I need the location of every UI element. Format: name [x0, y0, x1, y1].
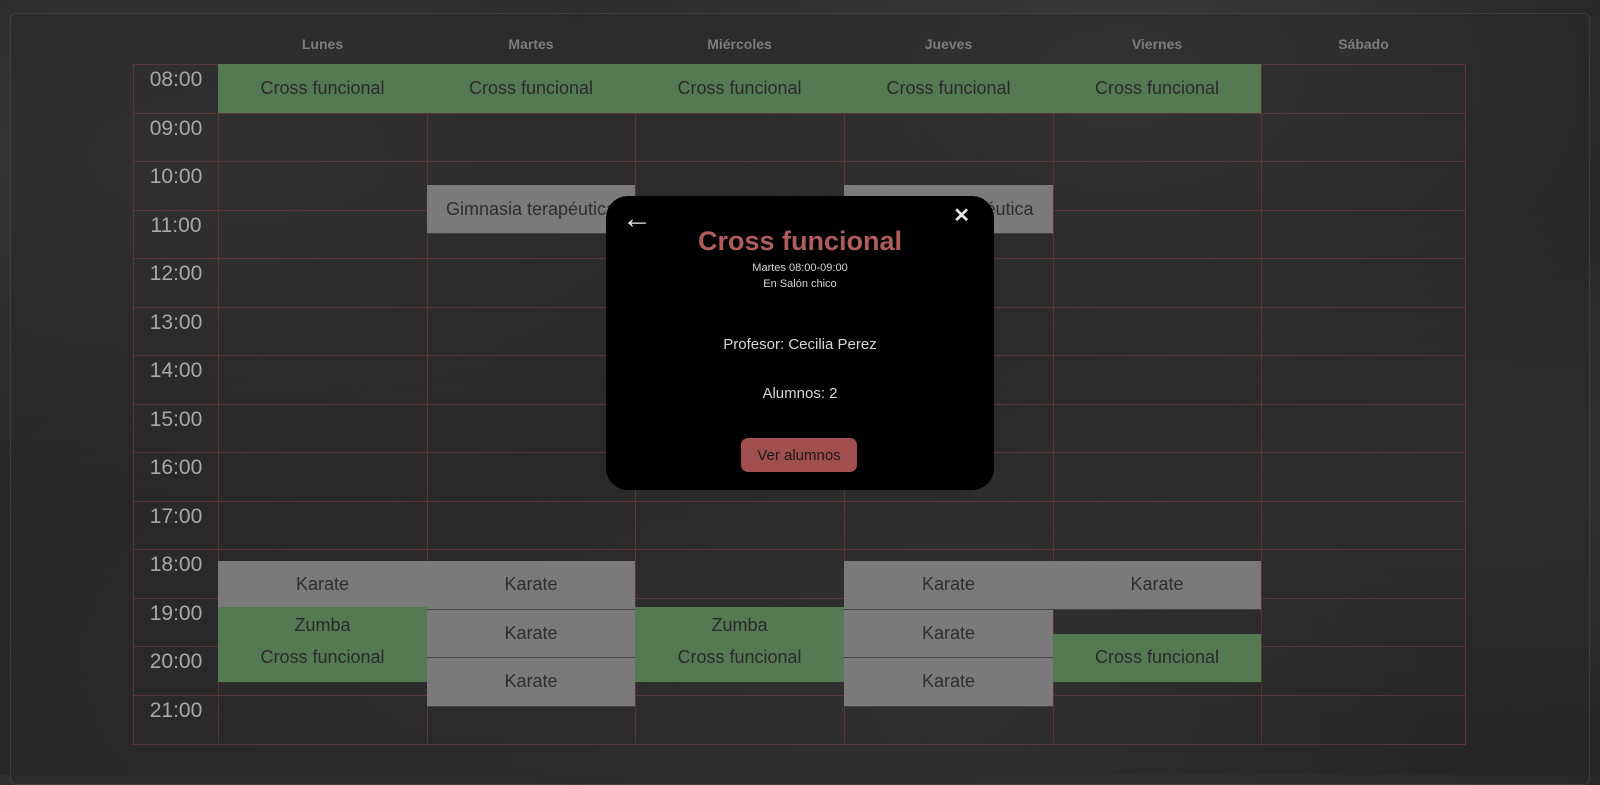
class-event[interactable]: Karate: [844, 609, 1053, 659]
grid-cell[interactable]: [218, 355, 427, 404]
time-label: 15:00: [149, 407, 203, 431]
grid-cell[interactable]: [1053, 500, 1261, 549]
grid-cell[interactable]: [427, 306, 635, 355]
day-header-miercoles: Miércoles: [707, 36, 772, 52]
class-event[interactable]: Cross funcional: [218, 633, 427, 682]
class-event[interactable]: Cross funcional: [844, 64, 1053, 113]
time-label: 13:00: [149, 310, 203, 334]
grid-cell[interactable]: [1261, 355, 1466, 404]
grid-cell[interactable]: [1261, 597, 1466, 646]
class-event[interactable]: Cross funcional: [427, 64, 635, 113]
day-header-lunes: Lunes: [301, 36, 344, 52]
time-label: 16:00: [149, 456, 203, 479]
time-label: 08:00: [149, 68, 203, 91]
time-label: 18:00: [149, 553, 203, 576]
class-event[interactable]: Cross funcional: [635, 633, 844, 682]
grid-cell[interactable]: [844, 112, 1053, 161]
day-header-viernes: Viernes: [1131, 36, 1183, 52]
class-detail-modal: ← ✕ Cross funcional Martes 08:00-09:00 E…: [606, 196, 994, 490]
time-label: 21:00: [149, 698, 203, 722]
grid-cell[interactable]: [218, 403, 427, 452]
grid-cell[interactable]: [218, 452, 427, 501]
grid-cell[interactable]: [427, 355, 635, 404]
grid-cell[interactable]: [218, 258, 427, 307]
grid-cell[interactable]: [1261, 549, 1466, 598]
class-event[interactable]: Karate: [1053, 561, 1261, 610]
grid-cell[interactable]: [1261, 161, 1466, 210]
grid-cell[interactable]: [1053, 161, 1261, 210]
modal-teacher: Profesor: Cecilia Perez: [723, 336, 877, 353]
grid-cell[interactable]: [1261, 694, 1466, 743]
modal-students: Alumnos: 2: [762, 385, 838, 402]
close-icon[interactable]: ✕: [953, 206, 970, 226]
grid-cell[interactable]: [427, 500, 635, 549]
class-event[interactable]: Karate: [218, 561, 427, 610]
time-label: 11:00: [150, 213, 202, 237]
day-header-martes: Martes: [508, 36, 554, 52]
modal-location: En Salón chico: [763, 278, 837, 290]
class-event[interactable]: Karate: [427, 609, 635, 659]
grid-cell[interactable]: [635, 112, 844, 161]
class-event[interactable]: Cross funcional: [1053, 64, 1261, 113]
time-label: 19:00: [149, 601, 203, 625]
grid-cell[interactable]: [1053, 112, 1261, 161]
grid-cell[interactable]: [1261, 112, 1466, 161]
grid-cell[interactable]: [218, 161, 427, 210]
grid-cell[interactable]: [1261, 258, 1466, 307]
grid-cell[interactable]: [1053, 452, 1261, 501]
grid-cell[interactable]: [218, 694, 427, 743]
time-label: 17:00: [149, 504, 203, 528]
class-event[interactable]: Karate: [427, 561, 635, 610]
grid-cell[interactable]: [427, 403, 635, 452]
class-event[interactable]: Cross funcional: [218, 64, 427, 113]
modal-title: Cross funcional: [697, 226, 903, 256]
time-label: 20:00: [149, 650, 203, 673]
grid-cell[interactable]: [427, 112, 635, 161]
grid-cell[interactable]: [1261, 403, 1466, 452]
time-label: 10:00: [149, 165, 203, 188]
grid-cell[interactable]: [1261, 452, 1466, 501]
class-event[interactable]: Cross funcional: [635, 64, 844, 113]
grid-cell[interactable]: [218, 306, 427, 355]
class-event[interactable]: Karate: [844, 658, 1053, 707]
grid-cell[interactable]: [1053, 258, 1261, 307]
grid-cell[interactable]: [1261, 646, 1466, 695]
grid-cell[interactable]: [427, 258, 635, 307]
ver-alumnos-button[interactable]: Ver alumnos: [741, 438, 857, 472]
grid-cell[interactable]: [1261, 209, 1466, 258]
day-header-sabado: Sábado: [1338, 36, 1389, 52]
grid-cell[interactable]: [635, 500, 844, 549]
grid-cell[interactable]: [1053, 209, 1261, 258]
grid-cell[interactable]: [218, 209, 427, 258]
grid-cell[interactable]: [1053, 355, 1261, 404]
class-event[interactable]: Gimnasia terapéutica: [427, 185, 635, 234]
grid-cell[interactable]: [1261, 306, 1466, 355]
class-event[interactable]: Karate: [844, 561, 1053, 610]
time-label: 12:00: [149, 262, 203, 285]
class-event[interactable]: Cross funcional: [1053, 633, 1261, 682]
grid-cell[interactable]: [1053, 403, 1261, 452]
class-event[interactable]: Karate: [427, 658, 635, 707]
time-label: 14:00: [149, 359, 203, 382]
grid-cell[interactable]: [635, 694, 844, 743]
grid-cell[interactable]: [218, 112, 427, 161]
grid-cell[interactable]: [1261, 500, 1466, 549]
grid-cell[interactable]: [1261, 64, 1466, 113]
grid-cell[interactable]: [427, 452, 635, 501]
grid-cell[interactable]: [1053, 306, 1261, 355]
time-label: 09:00: [149, 116, 203, 140]
grid-cell[interactable]: [635, 549, 844, 598]
grid-cell[interactable]: [1053, 694, 1261, 743]
grid-cell[interactable]: [218, 500, 427, 549]
grid-cell[interactable]: [844, 500, 1053, 549]
day-header-jueves: Jueves: [924, 36, 973, 52]
modal-schedule: Martes 08:00-09:00: [752, 262, 848, 274]
